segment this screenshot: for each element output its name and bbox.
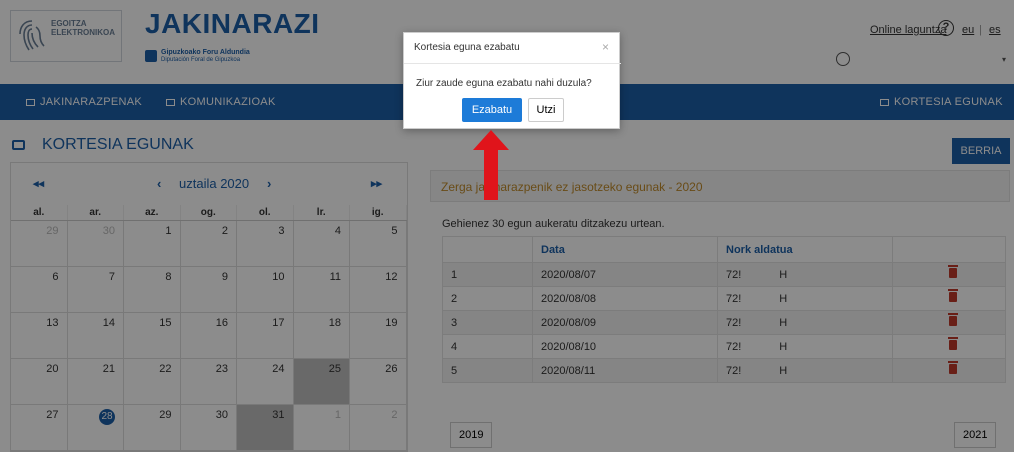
close-icon[interactable]: × — [602, 40, 609, 54]
dialog-title: Kortesia eguna ezabatu — [414, 42, 520, 53]
dialog-message: Ziur zaude eguna ezabatu nahi duzula? — [416, 78, 592, 89]
cancel-button[interactable]: Utzi — [528, 98, 564, 122]
delete-button[interactable]: Ezabatu — [462, 98, 522, 122]
annotation-arrow-icon — [473, 130, 509, 200]
delete-day-dialog: Kortesia eguna ezabatu × Ziur zaude egun… — [403, 32, 621, 129]
dialog-divider — [404, 63, 621, 64]
